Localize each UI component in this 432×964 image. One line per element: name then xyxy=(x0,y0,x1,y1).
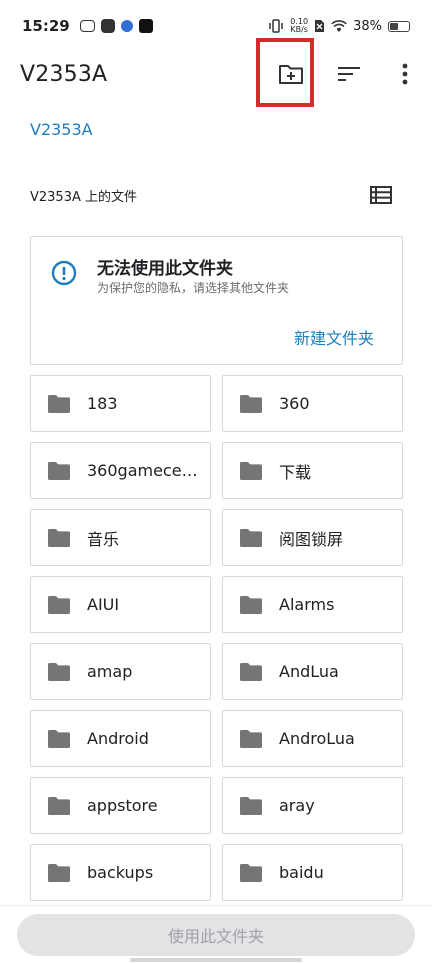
status-right: 0.10 KB/s 38% xyxy=(268,18,410,34)
battery-percent: 38% xyxy=(353,18,382,34)
warning-card: 无法使用此文件夹 为保护您的隐私，请选择其他文件夹 新建文件夹 xyxy=(30,236,403,365)
folder-icon xyxy=(48,528,70,547)
folder-item[interactable]: 阅图锁屏 xyxy=(222,509,403,566)
page-title: V2353A xyxy=(20,61,108,87)
notification-icons xyxy=(79,19,153,33)
app-notification-icon xyxy=(100,19,115,33)
folder-item[interactable]: Alarms xyxy=(222,576,403,633)
folder-name: 183 xyxy=(87,394,118,413)
folder-icon xyxy=(240,595,262,614)
folder-item[interactable]: 下载 xyxy=(222,442,403,499)
folder-icon xyxy=(48,863,70,882)
folder-icon xyxy=(240,796,262,815)
folder-icon xyxy=(48,394,70,413)
net-speed: 0.10 KB/s xyxy=(290,18,308,34)
folder-name: AndLua xyxy=(279,662,339,681)
folder-name: 音乐 xyxy=(87,529,120,549)
folder-icon xyxy=(48,796,70,815)
folder-name: Android xyxy=(87,729,149,748)
folder-item[interactable]: Android xyxy=(30,710,211,767)
tiktok-icon xyxy=(138,19,153,33)
new-folder-icon xyxy=(279,65,303,84)
folder-item[interactable]: 360gamece… xyxy=(30,442,211,499)
create-folder-link[interactable]: 新建文件夹 xyxy=(294,325,374,349)
folder-icon xyxy=(48,461,70,480)
more-vert-icon xyxy=(402,63,408,85)
folder-item[interactable]: aray xyxy=(222,777,403,834)
folder-icon xyxy=(240,863,262,882)
wifi-icon xyxy=(331,19,347,32)
new-folder-button[interactable] xyxy=(262,52,320,96)
folder-item[interactable]: backups xyxy=(30,844,211,901)
folder-name: AndroLua xyxy=(279,729,355,748)
vibrate-icon xyxy=(269,19,284,33)
warning-subtitle: 为保护您的隐私，请选择其他文件夹 xyxy=(97,281,290,295)
folder-item[interactable]: 音乐 xyxy=(30,509,211,566)
app-bar-actions xyxy=(262,52,432,96)
warning-title: 无法使用此文件夹 xyxy=(97,259,233,279)
folder-icon xyxy=(48,595,70,614)
files-header: V2353A 上的文件 xyxy=(30,182,394,208)
folder-item[interactable]: baidu xyxy=(222,844,403,901)
folder-name: backups xyxy=(87,863,154,882)
folder-item[interactable]: appstore xyxy=(30,777,211,834)
folder-icon xyxy=(240,394,262,413)
folder-name: AIUI xyxy=(87,595,120,614)
folder-icon xyxy=(240,461,262,480)
more-options-button[interactable] xyxy=(378,52,432,96)
folder-icon xyxy=(240,662,262,681)
folder-item[interactable]: 360 xyxy=(222,375,403,432)
file-picker-screen: 15:29 0.10 KB/s 38% V2353A V2353A V2353A… xyxy=(0,0,432,964)
folder-item[interactable]: AIUI xyxy=(30,576,211,633)
info-icon xyxy=(51,260,77,286)
sort-icon xyxy=(338,67,360,81)
folder-icon xyxy=(48,729,70,748)
folder-name: amap xyxy=(87,662,133,681)
folder-grid: 183 360 360gamece… 下载音乐 阅图锁屏 AIUI Alarms amap An… xyxy=(30,375,403,901)
use-this-folder-button[interactable]: 使用此文件夹 xyxy=(17,914,415,956)
sort-button[interactable] xyxy=(320,52,378,96)
folder-item[interactable]: amap xyxy=(30,643,211,700)
battery-icon xyxy=(388,20,410,32)
app-notification-icon xyxy=(79,20,95,32)
folder-name: 阅图锁屏 xyxy=(279,529,344,549)
app-notification-icon xyxy=(120,20,133,32)
home-indicator[interactable] xyxy=(130,958,302,962)
app-bar: V2353A xyxy=(0,52,432,96)
files-header-label: V2353A 上的文件 xyxy=(30,189,138,205)
folder-icon xyxy=(240,528,262,547)
status-time: 15:29 xyxy=(22,17,70,35)
folder-name: Alarms xyxy=(279,595,335,614)
folder-item[interactable]: AndLua xyxy=(222,643,403,700)
breadcrumb[interactable]: V2353A xyxy=(30,120,93,139)
view-toggle-button[interactable] xyxy=(368,182,394,208)
list-view-icon xyxy=(370,186,392,204)
folder-item[interactable]: AndroLua xyxy=(222,710,403,767)
folder-name: 360gamece… xyxy=(87,461,198,480)
folder-name: 下载 xyxy=(279,462,312,482)
no-sim-icon xyxy=(315,20,325,32)
status-bar: 15:29 0.10 KB/s 38% xyxy=(0,0,432,52)
folder-name: 360 xyxy=(279,394,310,413)
folder-name: appstore xyxy=(87,796,158,815)
folder-item[interactable]: 183 xyxy=(30,375,211,432)
folder-name: aray xyxy=(279,796,315,815)
folder-name: baidu xyxy=(279,863,324,882)
folder-icon xyxy=(48,662,70,681)
folder-icon xyxy=(240,729,262,748)
net-speed-unit: KB/s xyxy=(290,25,308,34)
